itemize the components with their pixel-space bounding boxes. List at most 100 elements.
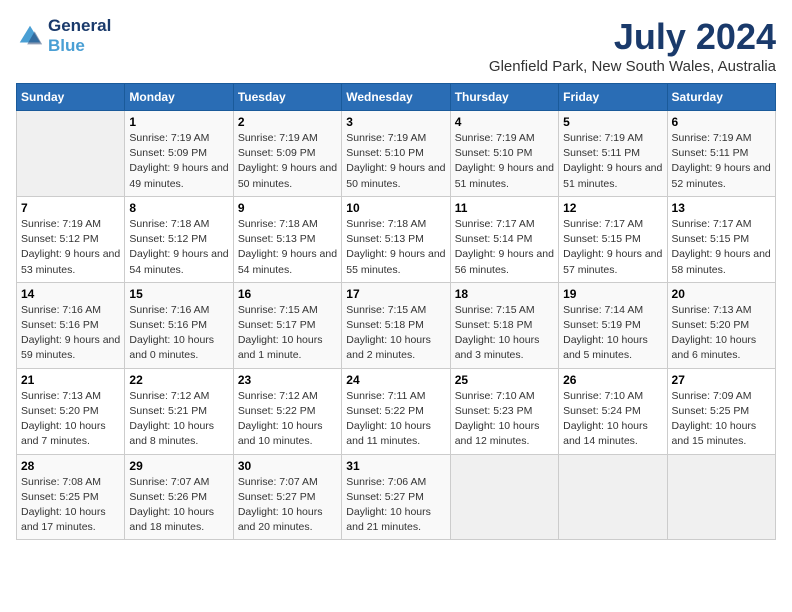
day-number: 21 bbox=[21, 373, 120, 387]
header-day-wednesday: Wednesday bbox=[342, 84, 450, 111]
calendar-cell: 23 Sunrise: 7:12 AMSunset: 5:22 PMDayligh… bbox=[233, 368, 341, 454]
day-number: 17 bbox=[346, 287, 445, 301]
day-number: 18 bbox=[455, 287, 554, 301]
day-info: Sunrise: 7:10 AMSunset: 5:23 PMDaylight:… bbox=[455, 389, 554, 450]
day-number: 13 bbox=[672, 201, 771, 215]
day-number: 6 bbox=[672, 115, 771, 129]
header-day-tuesday: Tuesday bbox=[233, 84, 341, 111]
day-number: 3 bbox=[346, 115, 445, 129]
day-number: 11 bbox=[455, 201, 554, 215]
day-number: 9 bbox=[238, 201, 337, 215]
calendar-cell: 4 Sunrise: 7:19 AMSunset: 5:10 PMDaylight… bbox=[450, 111, 558, 197]
calendar-cell: 25Sunrise: 7:10 AMSunset: 5:23 PMDayligh… bbox=[450, 368, 558, 454]
day-info: Sunrise: 7:07 AMSunset: 5:27 PMDaylight:… bbox=[238, 475, 337, 536]
day-number: 4 bbox=[455, 115, 554, 129]
calendar-cell: 16 Sunrise: 7:15 AMSunset: 5:17 PMDayligh… bbox=[233, 282, 341, 368]
day-number: 8 bbox=[129, 201, 228, 215]
logo: General Blue bbox=[16, 16, 111, 56]
day-number: 15 bbox=[129, 287, 228, 301]
header-day-friday: Friday bbox=[559, 84, 667, 111]
day-info: Sunrise: 7:15 AMSunset: 5:18 PMDaylight:… bbox=[346, 303, 445, 364]
day-number: 12 bbox=[563, 201, 662, 215]
calendar-cell: 20 Sunrise: 7:13 AMSunset: 5:20 PMDayligh… bbox=[667, 282, 775, 368]
calendar-cell: 6 Sunrise: 7:19 AMSunset: 5:11 PMDaylight… bbox=[667, 111, 775, 197]
calendar-cell bbox=[559, 454, 667, 540]
day-info: Sunrise: 7:17 AMSunset: 5:15 PMDaylight:… bbox=[672, 217, 771, 278]
title-area: July 2024 Glenfield Park, New South Wale… bbox=[489, 16, 776, 75]
calendar-cell: 27Sunrise: 7:09 AMSunset: 5:25 PMDayligh… bbox=[667, 368, 775, 454]
calendar-cell bbox=[450, 454, 558, 540]
day-info: Sunrise: 7:15 AMSunset: 5:18 PMDaylight:… bbox=[455, 303, 554, 364]
day-number: 26 bbox=[563, 373, 662, 387]
day-number: 28 bbox=[21, 459, 120, 473]
calendar-cell: 21 Sunrise: 7:13 AMSunset: 5:20 PMDayligh… bbox=[17, 368, 125, 454]
day-info: Sunrise: 7:12 AMSunset: 5:21 PMDaylight:… bbox=[129, 389, 228, 450]
calendar-cell: 28Sunrise: 7:08 AMSunset: 5:25 PMDayligh… bbox=[17, 454, 125, 540]
calendar-cell: 18 Sunrise: 7:15 AMSunset: 5:18 PMDayligh… bbox=[450, 282, 558, 368]
day-number: 24 bbox=[346, 373, 445, 387]
day-info: Sunrise: 7:19 AMSunset: 5:12 PMDaylight:… bbox=[21, 217, 120, 278]
calendar-cell: 31Sunrise: 7:06 AMSunset: 5:27 PMDayligh… bbox=[342, 454, 450, 540]
day-number: 23 bbox=[238, 373, 337, 387]
calendar-cell: 17 Sunrise: 7:15 AMSunset: 5:18 PMDayligh… bbox=[342, 282, 450, 368]
day-info: Sunrise: 7:19 AMSunset: 5:11 PMDaylight:… bbox=[672, 131, 771, 192]
day-info: Sunrise: 7:18 AMSunset: 5:13 PMDaylight:… bbox=[238, 217, 337, 278]
calendar-week-1: 1 Sunrise: 7:19 AMSunset: 5:09 PMDaylight… bbox=[17, 111, 776, 197]
calendar-cell: 12 Sunrise: 7:17 AMSunset: 5:15 PMDayligh… bbox=[559, 196, 667, 282]
day-info: Sunrise: 7:16 AMSunset: 5:16 PMDaylight:… bbox=[129, 303, 228, 364]
calendar-table: SundayMondayTuesdayWednesdayThursdayFrid… bbox=[16, 83, 776, 540]
day-info: Sunrise: 7:18 AMSunset: 5:12 PMDaylight:… bbox=[129, 217, 228, 278]
day-info: Sunrise: 7:14 AMSunset: 5:19 PMDaylight:… bbox=[563, 303, 662, 364]
day-info: Sunrise: 7:09 AMSunset: 5:25 PMDaylight:… bbox=[672, 389, 771, 450]
logo-icon bbox=[16, 22, 44, 50]
calendar-week-4: 21 Sunrise: 7:13 AMSunset: 5:20 PMDayligh… bbox=[17, 368, 776, 454]
calendar-week-2: 7 Sunrise: 7:19 AMSunset: 5:12 PMDaylight… bbox=[17, 196, 776, 282]
calendar-cell: 11 Sunrise: 7:17 AMSunset: 5:14 PMDayligh… bbox=[450, 196, 558, 282]
day-info: Sunrise: 7:07 AMSunset: 5:26 PMDaylight:… bbox=[129, 475, 228, 536]
day-info: Sunrise: 7:17 AMSunset: 5:14 PMDaylight:… bbox=[455, 217, 554, 278]
day-number: 16 bbox=[238, 287, 337, 301]
header: General Blue July 2024 Glenfield Park, N… bbox=[16, 16, 776, 75]
day-number: 19 bbox=[563, 287, 662, 301]
calendar-cell: 9 Sunrise: 7:18 AMSunset: 5:13 PMDaylight… bbox=[233, 196, 341, 282]
calendar-cell: 13 Sunrise: 7:17 AMSunset: 5:15 PMDayligh… bbox=[667, 196, 775, 282]
calendar-cell bbox=[17, 111, 125, 197]
day-info: Sunrise: 7:19 AMSunset: 5:10 PMDaylight:… bbox=[455, 131, 554, 192]
day-number: 5 bbox=[563, 115, 662, 129]
day-info: Sunrise: 7:19 AMSunset: 5:09 PMDaylight:… bbox=[129, 131, 228, 192]
header-day-saturday: Saturday bbox=[667, 84, 775, 111]
calendar-cell: 15 Sunrise: 7:16 AMSunset: 5:16 PMDayligh… bbox=[125, 282, 233, 368]
day-info: Sunrise: 7:12 AMSunset: 5:22 PMDaylight:… bbox=[238, 389, 337, 450]
day-number: 29 bbox=[129, 459, 228, 473]
day-info: Sunrise: 7:10 AMSunset: 5:24 PMDaylight:… bbox=[563, 389, 662, 450]
day-number: 7 bbox=[21, 201, 120, 215]
day-info: Sunrise: 7:18 AMSunset: 5:13 PMDaylight:… bbox=[346, 217, 445, 278]
day-number: 2 bbox=[238, 115, 337, 129]
calendar-cell: 8 Sunrise: 7:18 AMSunset: 5:12 PMDaylight… bbox=[125, 196, 233, 282]
day-info: Sunrise: 7:15 AMSunset: 5:17 PMDaylight:… bbox=[238, 303, 337, 364]
day-info: Sunrise: 7:06 AMSunset: 5:27 PMDaylight:… bbox=[346, 475, 445, 536]
day-number: 30 bbox=[238, 459, 337, 473]
logo-line2: Blue bbox=[48, 36, 111, 56]
day-number: 1 bbox=[129, 115, 228, 129]
header-day-thursday: Thursday bbox=[450, 84, 558, 111]
calendar-cell: 30 Sunrise: 7:07 AMSunset: 5:27 PMDayligh… bbox=[233, 454, 341, 540]
calendar-header-row: SundayMondayTuesdayWednesdayThursdayFrid… bbox=[17, 84, 776, 111]
day-info: Sunrise: 7:11 AMSunset: 5:22 PMDaylight:… bbox=[346, 389, 445, 450]
location-title: Glenfield Park, New South Wales, Austral… bbox=[489, 58, 776, 75]
day-number: 20 bbox=[672, 287, 771, 301]
day-info: Sunrise: 7:17 AMSunset: 5:15 PMDaylight:… bbox=[563, 217, 662, 278]
month-title: July 2024 bbox=[489, 16, 776, 58]
calendar-cell: 14 Sunrise: 7:16 AMSunset: 5:16 PMDayligh… bbox=[17, 282, 125, 368]
calendar-cell bbox=[667, 454, 775, 540]
header-day-monday: Monday bbox=[125, 84, 233, 111]
header-day-sunday: Sunday bbox=[17, 84, 125, 111]
calendar-cell: 10Sunrise: 7:18 AMSunset: 5:13 PMDayligh… bbox=[342, 196, 450, 282]
day-number: 14 bbox=[21, 287, 120, 301]
calendar-cell: 19 Sunrise: 7:14 AMSunset: 5:19 PMDayligh… bbox=[559, 282, 667, 368]
day-info: Sunrise: 7:16 AMSunset: 5:16 PMDaylight:… bbox=[21, 303, 120, 364]
day-info: Sunrise: 7:13 AMSunset: 5:20 PMDaylight:… bbox=[21, 389, 120, 450]
calendar-cell: 26 Sunrise: 7:10 AMSunset: 5:24 PMDayligh… bbox=[559, 368, 667, 454]
calendar-cell: 3Sunrise: 7:19 AMSunset: 5:10 PMDaylight… bbox=[342, 111, 450, 197]
day-info: Sunrise: 7:13 AMSunset: 5:20 PMDaylight:… bbox=[672, 303, 771, 364]
